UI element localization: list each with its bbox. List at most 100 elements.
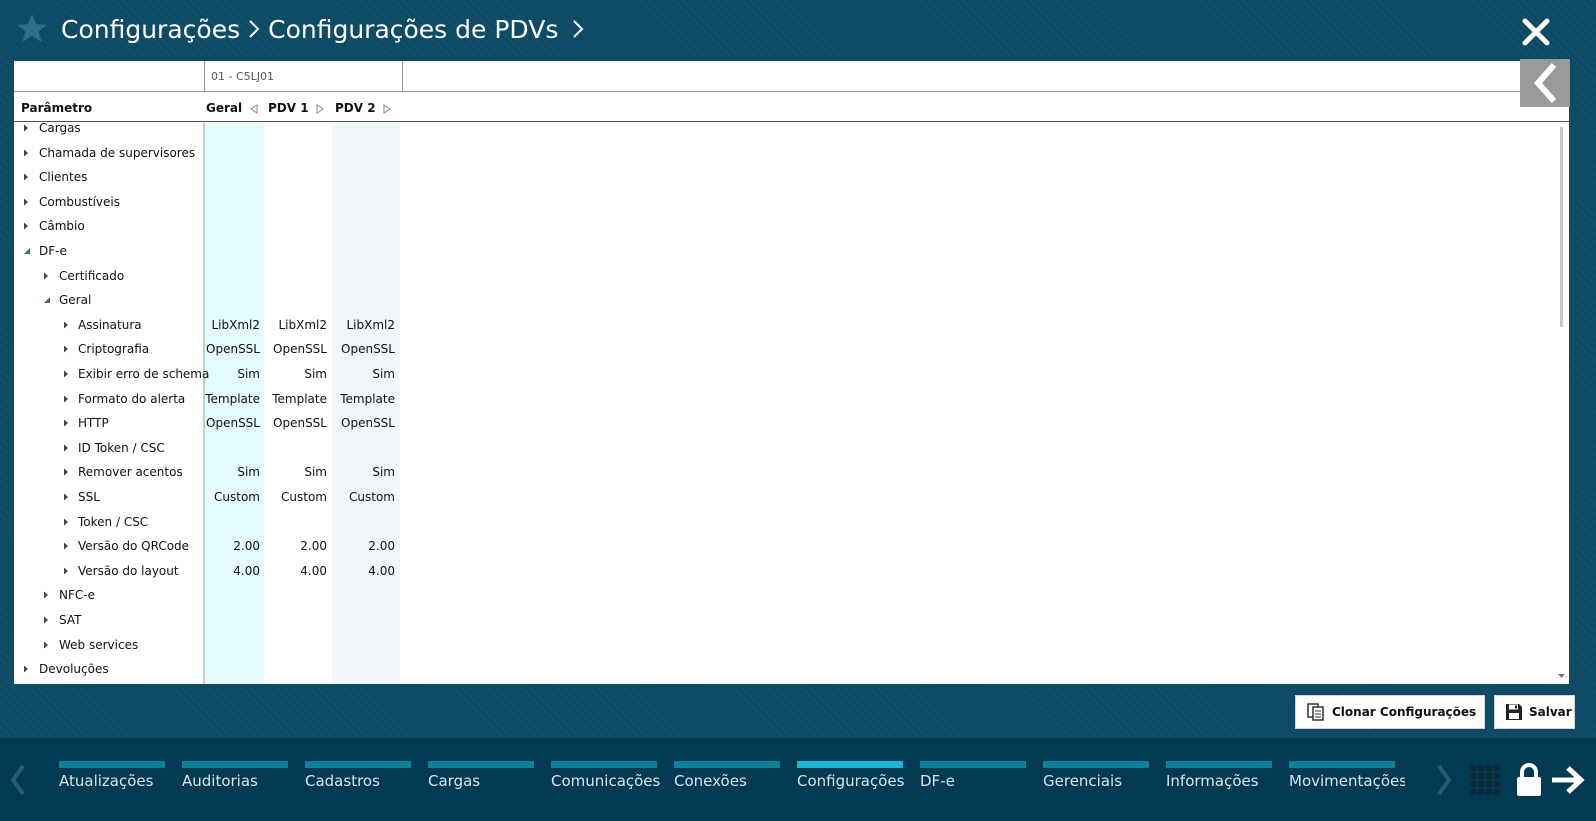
tree-row[interactable]: Clientes: [14, 165, 1554, 189]
tree-row-label[interactable]: DF-e: [39, 244, 67, 258]
tree-row[interactable]: Formato do alerta Template Template Templat…: [14, 387, 1554, 411]
tree-row[interactable]: Câmbio: [14, 214, 1554, 238]
cell-value-pdv1[interactable]: Sim: [269, 465, 327, 479]
cell-value-pdv2[interactable]: LibXml2: [336, 318, 395, 332]
tree-row-label[interactable]: Assinatura: [78, 318, 142, 332]
tree-row-label[interactable]: SSL: [78, 490, 100, 504]
caret-right-icon[interactable]: [23, 665, 30, 673]
tree-row-label[interactable]: SAT: [59, 613, 81, 627]
tree-row[interactable]: Assinatura LibXml2 LibXml2 LibXml2: [14, 313, 1554, 337]
chevron-left-icon[interactable]: [8, 762, 28, 798]
scrollbar-thumb[interactable]: [1560, 127, 1563, 327]
nav-item[interactable]: Auditorias: [182, 761, 288, 809]
tree-row[interactable]: Certificado: [14, 264, 1554, 288]
cell-value-pdv2[interactable]: Sim: [336, 465, 395, 479]
tree-row-label[interactable]: Remover acentos: [78, 465, 183, 479]
cell-value-pdv2[interactable]: OpenSSL: [336, 416, 395, 430]
cell-value-geral[interactable]: 4.00: [205, 564, 260, 578]
caret-right-icon[interactable]: [63, 444, 70, 452]
caret-right-icon[interactable]: [63, 345, 70, 353]
tree-row[interactable]: NFC-e: [14, 583, 1554, 607]
tree-row-label[interactable]: Versão do layout: [78, 564, 179, 578]
cell-value-pdv1[interactable]: 2.00: [269, 539, 327, 553]
caret-right-icon[interactable]: [23, 149, 30, 157]
cell-value-geral[interactable]: Custom: [205, 490, 260, 504]
column-header-geral[interactable]: Geral: [206, 101, 242, 115]
nav-item[interactable]: Cadastros: [305, 761, 411, 809]
tree-row-label[interactable]: Formato do alerta: [78, 392, 185, 406]
lock-icon[interactable]: [1515, 762, 1543, 798]
tree-row-label[interactable]: Token / CSC: [78, 515, 148, 529]
nav-item[interactable]: Configurações: [797, 761, 904, 809]
caret-right-icon[interactable]: [63, 518, 70, 526]
tree-row-label[interactable]: Versão do QRCode: [78, 539, 189, 553]
cell-value-pdv2[interactable]: 4.00: [336, 564, 395, 578]
logout-arrow-icon[interactable]: [1550, 764, 1586, 796]
tree-row-label[interactable]: Clientes: [39, 170, 87, 184]
cell-value-geral[interactable]: OpenSSL: [205, 416, 260, 430]
cell-value-pdv2[interactable]: Custom: [336, 490, 395, 504]
caret-right-icon[interactable]: [63, 493, 70, 501]
nav-item[interactable]: Cargas: [428, 761, 534, 809]
vertical-scrollbar[interactable]: [1554, 123, 1569, 684]
save-button[interactable]: Salvar: [1494, 695, 1575, 729]
cell-value-pdv2[interactable]: Template: [336, 392, 395, 406]
tree-row[interactable]: Cargas: [14, 123, 1554, 140]
chevron-right-icon[interactable]: [568, 15, 588, 43]
caret-right-icon[interactable]: [43, 616, 50, 624]
cell-value-pdv1[interactable]: Sim: [269, 367, 327, 381]
apps-grid-icon[interactable]: [1469, 764, 1501, 796]
cell-value-pdv2[interactable]: Sim: [336, 367, 395, 381]
tree-row[interactable]: Web services: [14, 633, 1554, 657]
clone-settings-button[interactable]: Clonar Configurações: [1295, 695, 1485, 729]
triangle-right-icon[interactable]: [383, 104, 391, 114]
tree-row-label[interactable]: Web services: [59, 638, 138, 652]
nav-item[interactable]: Conexões: [674, 761, 780, 809]
caret-right-icon[interactable]: [63, 542, 70, 550]
triangle-right-icon[interactable]: [316, 104, 324, 114]
tree-row-label[interactable]: Chamada de supervisores: [39, 146, 195, 160]
tree-row-label[interactable]: NFC-e: [59, 588, 95, 602]
star-icon[interactable]: [15, 12, 49, 46]
caret-right-icon[interactable]: [63, 395, 70, 403]
cell-value-geral[interactable]: Sim: [205, 465, 260, 479]
caret-right-icon[interactable]: [63, 468, 70, 476]
caret-right-icon[interactable]: [23, 198, 30, 206]
cell-value-geral[interactable]: LibXml2: [205, 318, 260, 332]
tree-row[interactable]: Remover acentos Sim Sim Sim: [14, 460, 1554, 484]
collapse-panel-button[interactable]: [1520, 59, 1570, 107]
cell-value-pdv1[interactable]: Custom: [269, 490, 327, 504]
tree-row[interactable]: DF-e: [14, 239, 1554, 263]
tree-row-label[interactable]: Certificado: [59, 269, 124, 283]
tree-row[interactable]: Chamada de supervisores: [14, 141, 1554, 165]
tree-row[interactable]: Geral: [14, 288, 1554, 312]
chevron-right-icon[interactable]: [1434, 762, 1454, 798]
tree-row[interactable]: HTTP OpenSSL OpenSSL OpenSSL: [14, 411, 1554, 435]
caret-right-icon[interactable]: [63, 567, 70, 575]
cell-value-pdv2[interactable]: 2.00: [336, 539, 395, 553]
close-icon[interactable]: [1521, 17, 1551, 47]
tree-row[interactable]: Combustíveis: [14, 190, 1554, 214]
caret-right-icon[interactable]: [23, 173, 30, 181]
column-header-pdv2[interactable]: PDV 2: [335, 101, 376, 115]
cell-value-pdv1[interactable]: OpenSSL: [269, 342, 327, 356]
caret-right-icon[interactable]: [43, 641, 50, 649]
tree-row-label[interactable]: Exibir erro de schema: [78, 367, 209, 381]
tree-row[interactable]: Token / CSC: [14, 510, 1554, 534]
tree-row-label[interactable]: ID Token / CSC: [78, 441, 165, 455]
tree-row-label[interactable]: Criptografia: [78, 342, 149, 356]
tree-row[interactable]: SSL Custom Custom Custom: [14, 485, 1554, 509]
tree-row[interactable]: Exibir erro de schema Sim Sim Sim: [14, 362, 1554, 386]
tree-row-label[interactable]: Câmbio: [39, 219, 85, 233]
nav-item[interactable]: Gerenciais: [1043, 761, 1149, 809]
caret-right-icon[interactable]: [43, 591, 50, 599]
caret-right-icon[interactable]: [23, 222, 30, 230]
caret-right-icon[interactable]: [63, 321, 70, 329]
tree-row-label[interactable]: Combustíveis: [39, 195, 120, 209]
scroll-down-icon[interactable]: [1558, 673, 1565, 679]
caret-right-icon[interactable]: [63, 419, 70, 427]
nav-item[interactable]: Comunicações: [551, 761, 660, 809]
cell-value-geral[interactable]: Sim: [205, 367, 260, 381]
tree-row[interactable]: Versão do layout 4.00 4.00 4.00: [14, 559, 1554, 583]
breadcrumb-configuracoes[interactable]: Configurações: [61, 15, 240, 44]
